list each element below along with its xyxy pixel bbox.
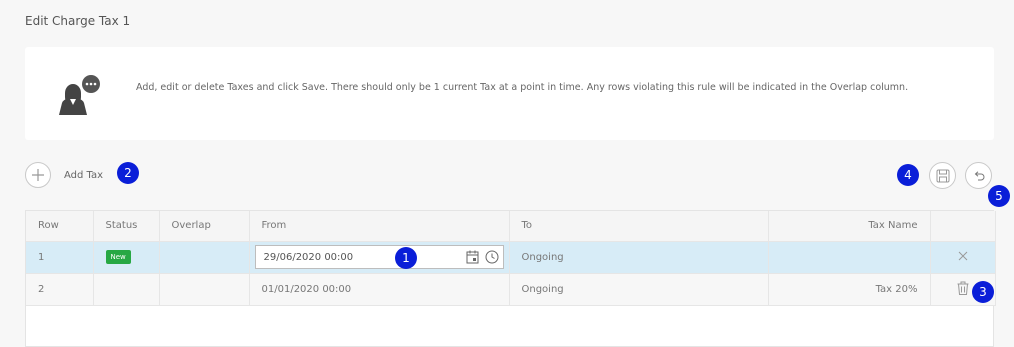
column-header-from[interactable]: From [249,211,510,242]
annotation-badge-5: 5 [988,185,1010,207]
cell-from[interactable]: 01/01/2020 00:00 [249,273,510,306]
cell-row: 1 [26,241,94,274]
undo-icon [974,170,984,180]
cell-from[interactable] [249,241,510,274]
from-date-field[interactable] [254,245,504,269]
tax-grid: Row Status Overlap From To Tax Name 1 Ne… [25,210,996,347]
calendar-icon[interactable] [466,250,479,264]
column-header-to[interactable]: To [509,211,769,242]
page-title: Edit Charge Tax 1 [25,14,131,28]
column-header-overlap[interactable]: Overlap [159,211,250,242]
add-tax-label: Add Tax [64,169,104,181]
tax-table: Row Status Overlap From To Tax Name 1 Ne… [26,211,996,306]
column-header-row[interactable]: Row [26,211,94,242]
cell-to: Ongoing [509,273,769,306]
add-tax-button[interactable]: Add Tax [25,162,103,188]
support-agent-chat-icon [59,75,100,115]
cell-overlap [159,241,250,274]
save-button[interactable] [929,162,956,189]
cell-actions [930,241,996,274]
cell-tax-name [768,241,931,274]
clock-icon[interactable] [485,250,499,264]
annotation-badge-2: 2 [117,162,139,184]
cell-status [93,273,160,306]
cell-status: New [93,241,160,274]
cell-to: Ongoing [509,241,769,274]
undo-button[interactable] [965,162,992,189]
table-row[interactable]: 2 01/01/2020 00:00 Ongoing Tax 20% [26,273,996,306]
column-header-actions [930,211,996,242]
status-badge: New [105,250,131,264]
column-header-tax-name[interactable]: Tax Name [768,211,931,242]
annotation-badge-3: 3 [972,281,994,303]
cell-overlap [159,273,250,306]
annotation-badge-4: 4 [897,164,919,186]
trash-icon[interactable] [957,281,969,295]
from-date-input[interactable] [255,251,446,263]
annotation-badge-1: 1 [395,247,417,269]
table-row[interactable]: 1 New 29/06/2020 00:00 Ongoing [26,241,996,274]
plus-icon [25,162,51,188]
column-header-status[interactable]: Status [93,211,160,242]
save-icon [936,169,949,182]
close-icon[interactable] [958,251,968,261]
info-panel: Add, edit or delete Taxes and click Save… [25,47,994,140]
cell-row: 2 [26,273,94,306]
info-text: Add, edit or delete Taxes and click Save… [136,82,909,93]
cell-tax-name: Tax 20% [768,273,931,306]
table-header-row: Row Status Overlap From To Tax Name [26,211,996,242]
